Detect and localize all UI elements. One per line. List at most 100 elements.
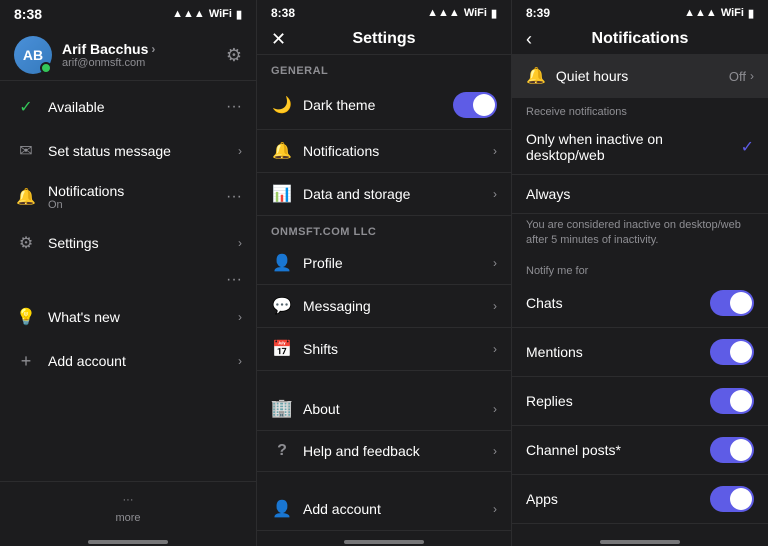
data-storage-icon: 📊 bbox=[271, 184, 293, 204]
menu-item-status[interactable]: ✉ Set status message › bbox=[0, 129, 256, 173]
add-account-label: Add account bbox=[48, 353, 238, 369]
quiet-hours-value: Off bbox=[729, 69, 746, 84]
wifi-icon-3: WiFi bbox=[721, 7, 744, 19]
back-icon[interactable]: ‹ bbox=[526, 29, 532, 50]
menu-item-dots-row[interactable]: ··· bbox=[0, 265, 256, 295]
channel-posts-label: Channel posts* bbox=[526, 442, 710, 458]
avatar-status-dot bbox=[40, 62, 52, 74]
menu-item-settings[interactable]: ⚙ Settings › bbox=[0, 221, 256, 265]
quiet-hours-icon: 🔔 bbox=[526, 66, 546, 86]
settings-messaging[interactable]: 💬 Messaging › bbox=[257, 285, 511, 328]
channel-posts-toggle[interactable] bbox=[710, 437, 754, 463]
profile-left: AB Arif Bacchus › arif@onmsft.com bbox=[14, 36, 155, 74]
status-bar-3: 8:39 ▲▲▲ WiFi ▮ bbox=[512, 0, 768, 22]
mentions-label: Mentions bbox=[526, 344, 710, 360]
battery-icon-3: ▮ bbox=[748, 7, 754, 20]
menu-item-available[interactable]: ✓ Available ··· bbox=[0, 85, 256, 129]
status-bar-2: 8:38 ▲▲▲ WiFi ▮ bbox=[257, 0, 511, 22]
settings-help[interactable]: ? Help and feedback › bbox=[257, 431, 511, 472]
notif-option-always[interactable]: Always bbox=[512, 175, 768, 214]
settings-scroll: GENERAL 🌙 Dark theme 🔔 Notifications › 📊… bbox=[257, 55, 511, 534]
panel-notifications: 8:39 ▲▲▲ WiFi ▮ ‹ Notifications 🔔 Quiet … bbox=[512, 0, 768, 546]
footer-more-text: ··· bbox=[123, 494, 134, 506]
status-icon: ✉ bbox=[14, 139, 38, 163]
chevron-icon: › bbox=[493, 144, 497, 158]
settings-icon: ⚙ bbox=[14, 231, 38, 255]
menu-dots[interactable]: ··· bbox=[226, 188, 242, 206]
inactivity-desc: You are considered inactive on desktop/w… bbox=[512, 214, 768, 257]
settings-title: Settings bbox=[352, 30, 415, 48]
menu-item-label-group: Notifications On bbox=[48, 183, 226, 211]
settings-shifts[interactable]: 📅 Shifts › bbox=[257, 328, 511, 371]
add-account-settings-label: Add account bbox=[303, 501, 493, 517]
avatar: AB bbox=[14, 36, 52, 74]
notifications-list: 🔔 Quiet hours Off › Receive notification… bbox=[512, 55, 768, 534]
home-indicator bbox=[88, 540, 168, 544]
notif-replies[interactable]: Replies bbox=[512, 377, 768, 426]
notif-channel-posts[interactable]: Channel posts* bbox=[512, 426, 768, 475]
panel-settings: 8:38 ▲▲▲ WiFi ▮ ✕ Settings GENERAL 🌙 Dar… bbox=[256, 0, 512, 546]
profile-chevron: › bbox=[151, 42, 155, 56]
whats-new-label: What's new bbox=[48, 309, 238, 325]
mentions-toggle[interactable] bbox=[710, 339, 754, 365]
menu-item-whats-new[interactable]: 💡 What's new › bbox=[0, 295, 256, 339]
messaging-label: Messaging bbox=[303, 298, 493, 314]
settings-about[interactable]: 🏢 About › bbox=[257, 387, 511, 431]
signal-icon-3: ▲▲▲ bbox=[684, 7, 717, 19]
org-section-label: ONMSFT.COM LLC bbox=[257, 216, 511, 242]
whats-new-icon: 💡 bbox=[14, 305, 38, 329]
time-3: 8:39 bbox=[526, 6, 550, 20]
menu-item-add-account[interactable]: + Add account › bbox=[0, 339, 256, 383]
notifications-header: ‹ Notifications bbox=[512, 22, 768, 55]
profile-settings-label: Profile bbox=[303, 255, 493, 271]
settings-sign-out[interactable]: ⎋ Sign out anf@onmsft.com bbox=[257, 531, 511, 534]
available-icon: ✓ bbox=[14, 95, 38, 119]
quiet-hours-item[interactable]: 🔔 Quiet hours Off › bbox=[512, 55, 768, 98]
panel-sidebar: 8:38 ▲▲▲ WiFi ▮ AB Arif Bacchus › arif@o… bbox=[0, 0, 256, 546]
notif-option-inactive[interactable]: Only when inactive on desktop/web ✓ bbox=[512, 120, 768, 175]
dark-theme-toggle[interactable] bbox=[453, 92, 497, 118]
about-icon: 🏢 bbox=[271, 398, 293, 419]
notif-mentions[interactable]: Mentions bbox=[512, 328, 768, 377]
data-storage-label: Data and storage bbox=[303, 186, 493, 202]
chevron-icon: › bbox=[493, 256, 497, 270]
settings-dark-theme[interactable]: 🌙 Dark theme bbox=[257, 81, 511, 130]
more-dots-icon[interactable]: ··· bbox=[226, 271, 242, 289]
receive-notif-label: Receive notifications bbox=[512, 98, 768, 120]
notifications-settings-icon: 🔔 bbox=[271, 141, 293, 161]
notifications-title: Notifications bbox=[592, 30, 689, 48]
settings-profile[interactable]: 👤 Profile › bbox=[257, 242, 511, 285]
chats-toggle[interactable] bbox=[710, 290, 754, 316]
chevron-icon: › bbox=[750, 69, 754, 83]
menu-dots[interactable]: ··· bbox=[226, 98, 242, 116]
notif-likes[interactable]: Likes and reactions bbox=[512, 524, 768, 534]
chats-label: Chats bbox=[526, 295, 710, 311]
battery-icon-2: ▮ bbox=[491, 7, 497, 20]
battery-icon: ▮ bbox=[236, 8, 242, 21]
replies-toggle[interactable] bbox=[710, 388, 754, 414]
status-icons-1: ▲▲▲ WiFi ▮ bbox=[172, 8, 242, 21]
notif-apps[interactable]: Apps bbox=[512, 475, 768, 524]
settings-notifications[interactable]: 🔔 Notifications › bbox=[257, 130, 511, 173]
chevron-icon: › bbox=[493, 299, 497, 313]
chevron-icon: › bbox=[238, 236, 242, 250]
settings-data-storage[interactable]: 📊 Data and storage › bbox=[257, 173, 511, 216]
close-icon[interactable]: ✕ bbox=[271, 29, 286, 50]
about-label: About bbox=[303, 401, 493, 417]
profile-name: Arif Bacchus › bbox=[62, 41, 155, 57]
profile-email: arif@onmsft.com bbox=[62, 57, 155, 69]
apps-toggle[interactable] bbox=[710, 486, 754, 512]
notifications-label: Notifications bbox=[48, 183, 226, 199]
profile-section[interactable]: AB Arif Bacchus › arif@onmsft.com ⚙ bbox=[0, 26, 256, 81]
profile-icon: 👤 bbox=[271, 253, 293, 273]
notif-chats[interactable]: Chats bbox=[512, 279, 768, 328]
signal-icon: ▲▲▲ bbox=[172, 8, 205, 20]
gear-icon[interactable]: ⚙ bbox=[226, 45, 242, 66]
menu-item-notifications[interactable]: 🔔 Notifications On ··· bbox=[0, 173, 256, 221]
settings-add-account[interactable]: 👤 Add account › bbox=[257, 488, 511, 531]
messaging-icon: 💬 bbox=[271, 296, 293, 316]
footer-label: more bbox=[115, 512, 140, 524]
wifi-icon-2: WiFi bbox=[464, 7, 487, 19]
help-label: Help and feedback bbox=[303, 443, 493, 459]
signal-icon-2: ▲▲▲ bbox=[427, 7, 460, 19]
